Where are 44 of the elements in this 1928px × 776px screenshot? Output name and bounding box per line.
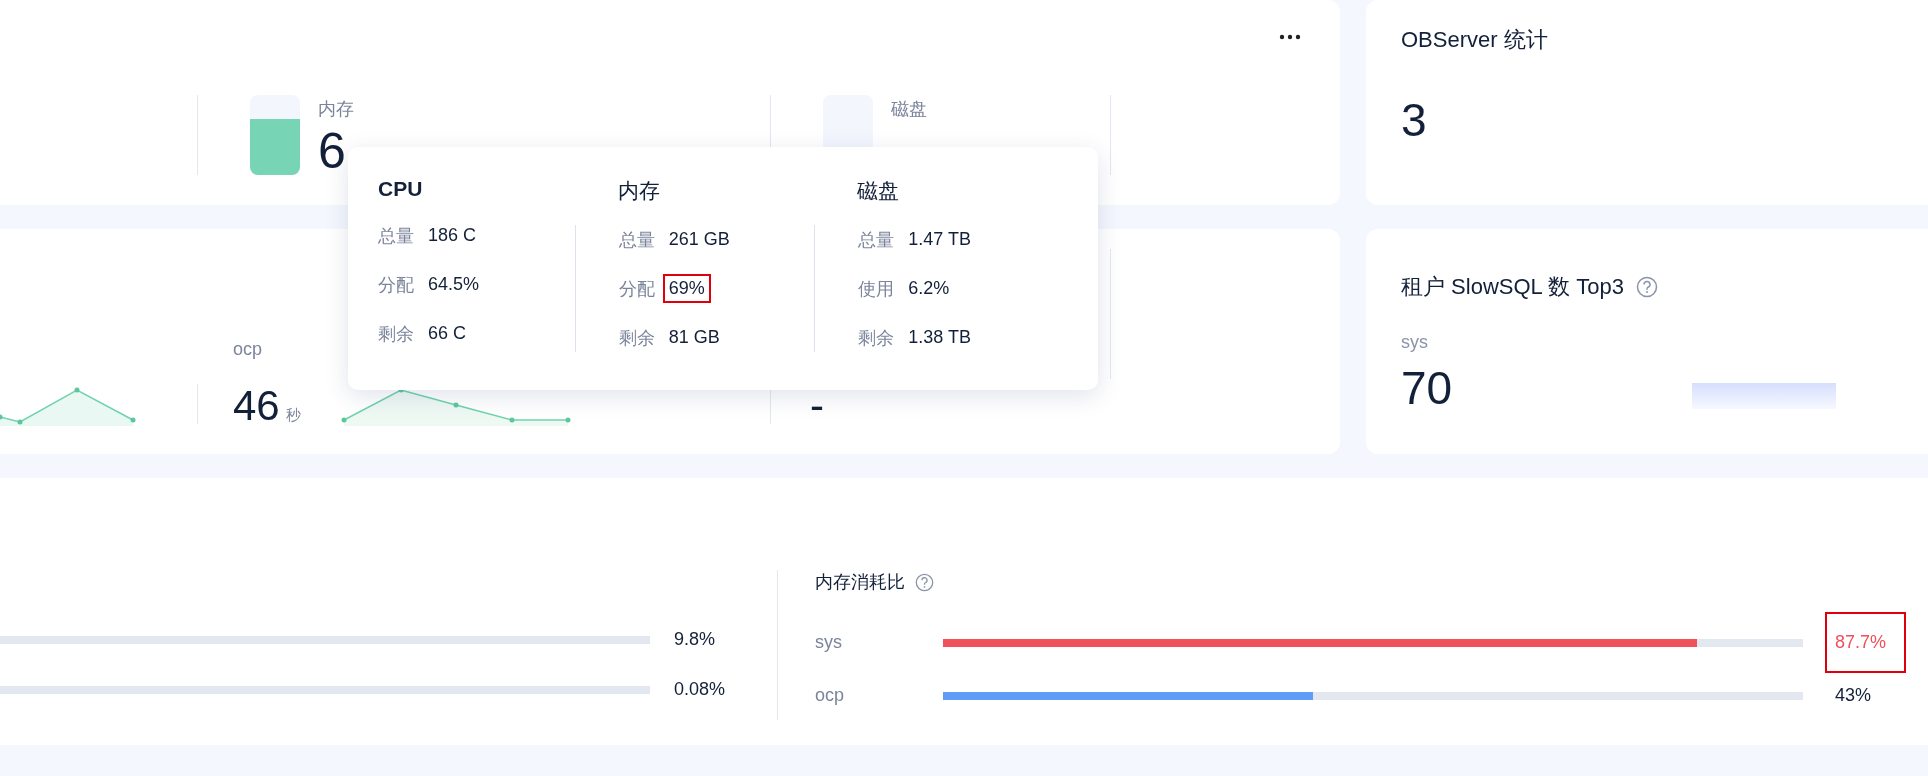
tenant-name: sys: [1401, 332, 1429, 353]
stat-value: 186 C: [427, 224, 478, 247]
percent-value: 43%: [1834, 684, 1873, 707]
metric-value: 6: [318, 123, 347, 179]
help-icon[interactable]: [1635, 276, 1658, 298]
metric-label: 内存: [318, 98, 354, 121]
more-icon[interactable]: [1279, 34, 1301, 40]
section-title: 内存消耗比: [815, 571, 905, 594]
server-count: 3: [1401, 95, 1428, 145]
stat-label: 总量: [618, 228, 655, 252]
metric-label: 磁盘: [891, 98, 927, 121]
stat-value: 46: [233, 384, 280, 428]
tenant-name: ocp: [815, 685, 846, 706]
tooltip-title: CPU: [378, 177, 424, 201]
slowsql-count: 70: [1401, 363, 1453, 413]
stat-value: 81 GB: [667, 326, 721, 349]
stat-value: 1.47 TB: [907, 228, 973, 251]
card-title: OBServer 统计: [1401, 26, 1549, 54]
stat-value: 1.38 TB: [907, 326, 973, 349]
card-title: 租户 SlowSQL 数 Top3: [1401, 273, 1624, 301]
stat-label: 剩余: [618, 326, 655, 350]
gauge-icon: [250, 95, 300, 175]
tooltip-title: 磁盘: [857, 178, 901, 204]
stat-value: 69%: [662, 274, 711, 303]
percent-value: 0.08%: [674, 679, 726, 700]
stat-label: 分配: [618, 277, 655, 301]
stat-value: 6.2%: [907, 277, 951, 300]
stat-label: 总量: [378, 224, 414, 248]
percent-value: 87.7%: [1825, 612, 1907, 673]
stat-label: 分配: [378, 273, 414, 297]
tooltip-title: 内存: [617, 178, 661, 204]
stat-value: 66 C: [427, 322, 468, 345]
stat-value: 261 GB: [667, 228, 731, 251]
stat-label: 剩余: [378, 322, 414, 346]
stat-label: 总量: [858, 228, 895, 252]
help-icon[interactable]: [915, 572, 934, 592]
stat-label: 使用: [858, 277, 895, 301]
unit-label: 秒: [285, 406, 301, 425]
percent-value: 9.8%: [674, 629, 716, 650]
stat-label: 剩余: [858, 326, 895, 350]
stat-value: -: [810, 384, 824, 428]
stat-value: 64.5%: [427, 273, 481, 296]
stat-label: ocp: [233, 339, 264, 360]
tenant-name: sys: [815, 632, 843, 653]
